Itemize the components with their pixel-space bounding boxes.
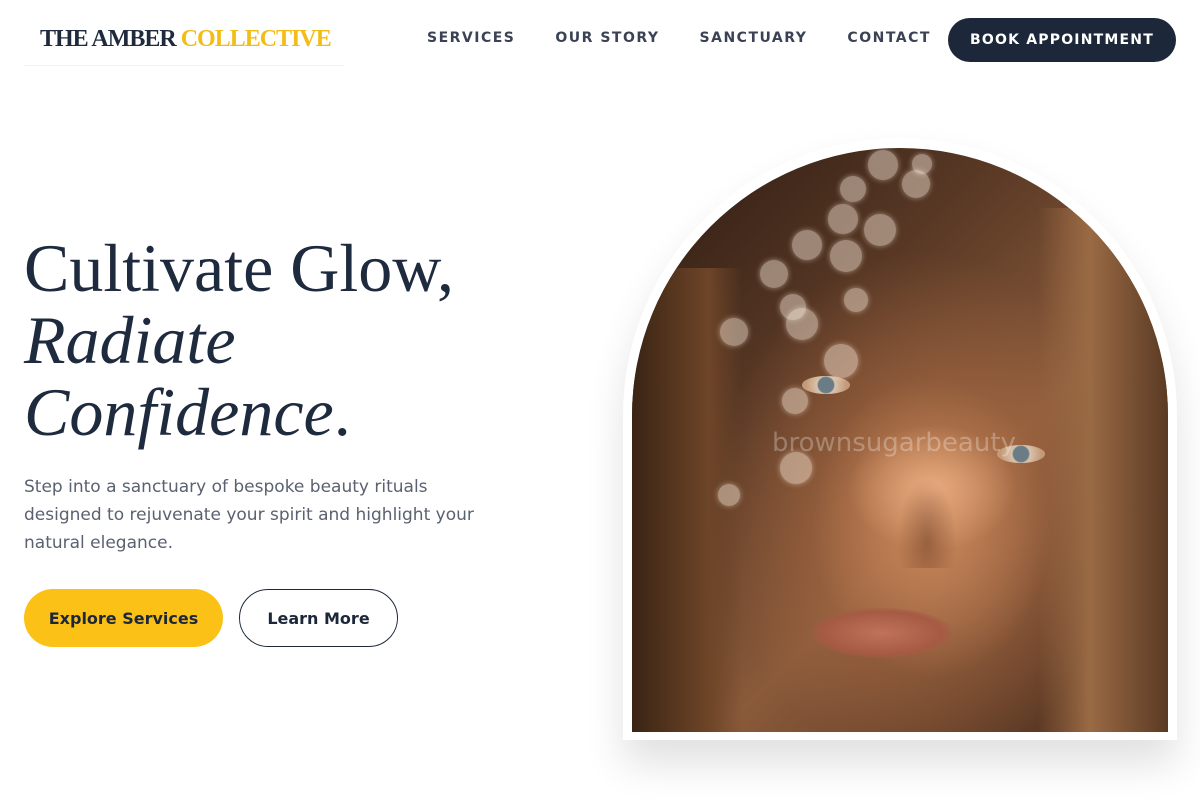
headline-period: .: [333, 374, 351, 450]
portrait-photo: brownsugarbeauty: [632, 148, 1168, 732]
bokeh-light: [718, 484, 740, 506]
book-appointment-button[interactable]: BOOK APPOINTMENT: [948, 18, 1176, 62]
bokeh-light: [864, 214, 896, 246]
explore-services-button[interactable]: Explore Services: [24, 589, 223, 647]
bokeh-light: [824, 344, 858, 378]
bokeh-light: [828, 204, 858, 234]
bokeh-light: [830, 240, 862, 272]
brand-name-part2: COLLECTIVE: [180, 26, 332, 52]
bokeh-light: [792, 230, 822, 260]
bokeh-light: [912, 154, 932, 174]
bokeh-light: [760, 260, 788, 288]
nose-shading: [897, 478, 957, 568]
bokeh-light: [902, 170, 930, 198]
site-header: THE AMBER COLLECTIVE SERVICES OUR STORY …: [0, 0, 1200, 80]
learn-more-button[interactable]: Learn More: [239, 589, 398, 647]
brand-name-part1: THE AMBER: [40, 26, 177, 52]
image-watermark: brownsugarbeauty: [772, 428, 1016, 458]
hero-headline: Cultivate Glow, Radiate Confidence.: [24, 232, 454, 448]
nav-item-sanctuary[interactable]: SANCTUARY: [700, 30, 808, 46]
headline-line-2: Radiate: [24, 302, 236, 378]
nav-item-our-story[interactable]: OUR STORY: [555, 30, 659, 46]
headline-line-3-wrap: Confidence.: [24, 376, 454, 448]
nav-item-services[interactable]: SERVICES: [427, 30, 515, 46]
brand-logo[interactable]: THE AMBER COLLECTIVE: [24, 14, 344, 66]
headline-line-3: Confidence: [24, 374, 334, 450]
nav-item-contact[interactable]: CONTACT: [847, 30, 931, 46]
bokeh-light: [868, 150, 898, 180]
main-nav: SERVICES OUR STORY SANCTUARY CONTACT: [427, 30, 931, 46]
headline-line-1: Cultivate Glow,: [24, 230, 454, 306]
hair-right: [1038, 208, 1168, 732]
bokeh-light: [786, 308, 818, 340]
lips: [812, 608, 952, 658]
bokeh-light: [840, 176, 866, 202]
hero-image-frame: brownsugarbeauty: [623, 138, 1177, 740]
bokeh-light: [844, 288, 868, 312]
eye-left: [802, 376, 850, 394]
hero-subtext: Step into a sanctuary of bespoke beauty …: [24, 477, 474, 553]
bokeh-light: [782, 388, 808, 414]
bokeh-light: [720, 318, 748, 346]
